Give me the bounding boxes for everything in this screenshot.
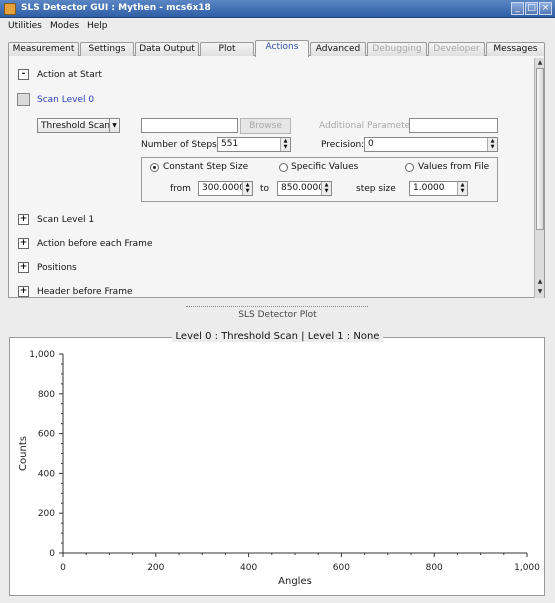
x-tick-label: 1,000 <box>514 563 540 573</box>
y-tick-label: 200 <box>38 509 55 519</box>
plot-canvas[interactable]: 0 200 400 600 800 1,000 0 200 400 600 800 1,000 Angl… <box>0 0 555 603</box>
y-tick-label: 400 <box>38 469 55 479</box>
y-tick-label: 600 <box>38 430 55 440</box>
y-tick-label: 0 <box>49 549 55 559</box>
x-tick-label: 800 <box>426 563 443 573</box>
x-tick-label: 0 <box>60 563 66 573</box>
y-tick-label: 1,000 <box>29 350 55 360</box>
x-axis-label: Angles <box>278 576 312 587</box>
x-tick-label: 200 <box>147 563 164 573</box>
plot-axes: 0 200 400 600 800 1,000 0 200 400 600 800 1,000 Angl… <box>18 350 540 587</box>
x-tick-label: 400 <box>240 563 257 573</box>
x-tick-label: 600 <box>333 563 350 573</box>
y-tick-label: 800 <box>38 390 55 400</box>
tab-actions[interactable]: Actions <box>255 40 309 57</box>
y-axis-label: Counts <box>18 436 29 471</box>
